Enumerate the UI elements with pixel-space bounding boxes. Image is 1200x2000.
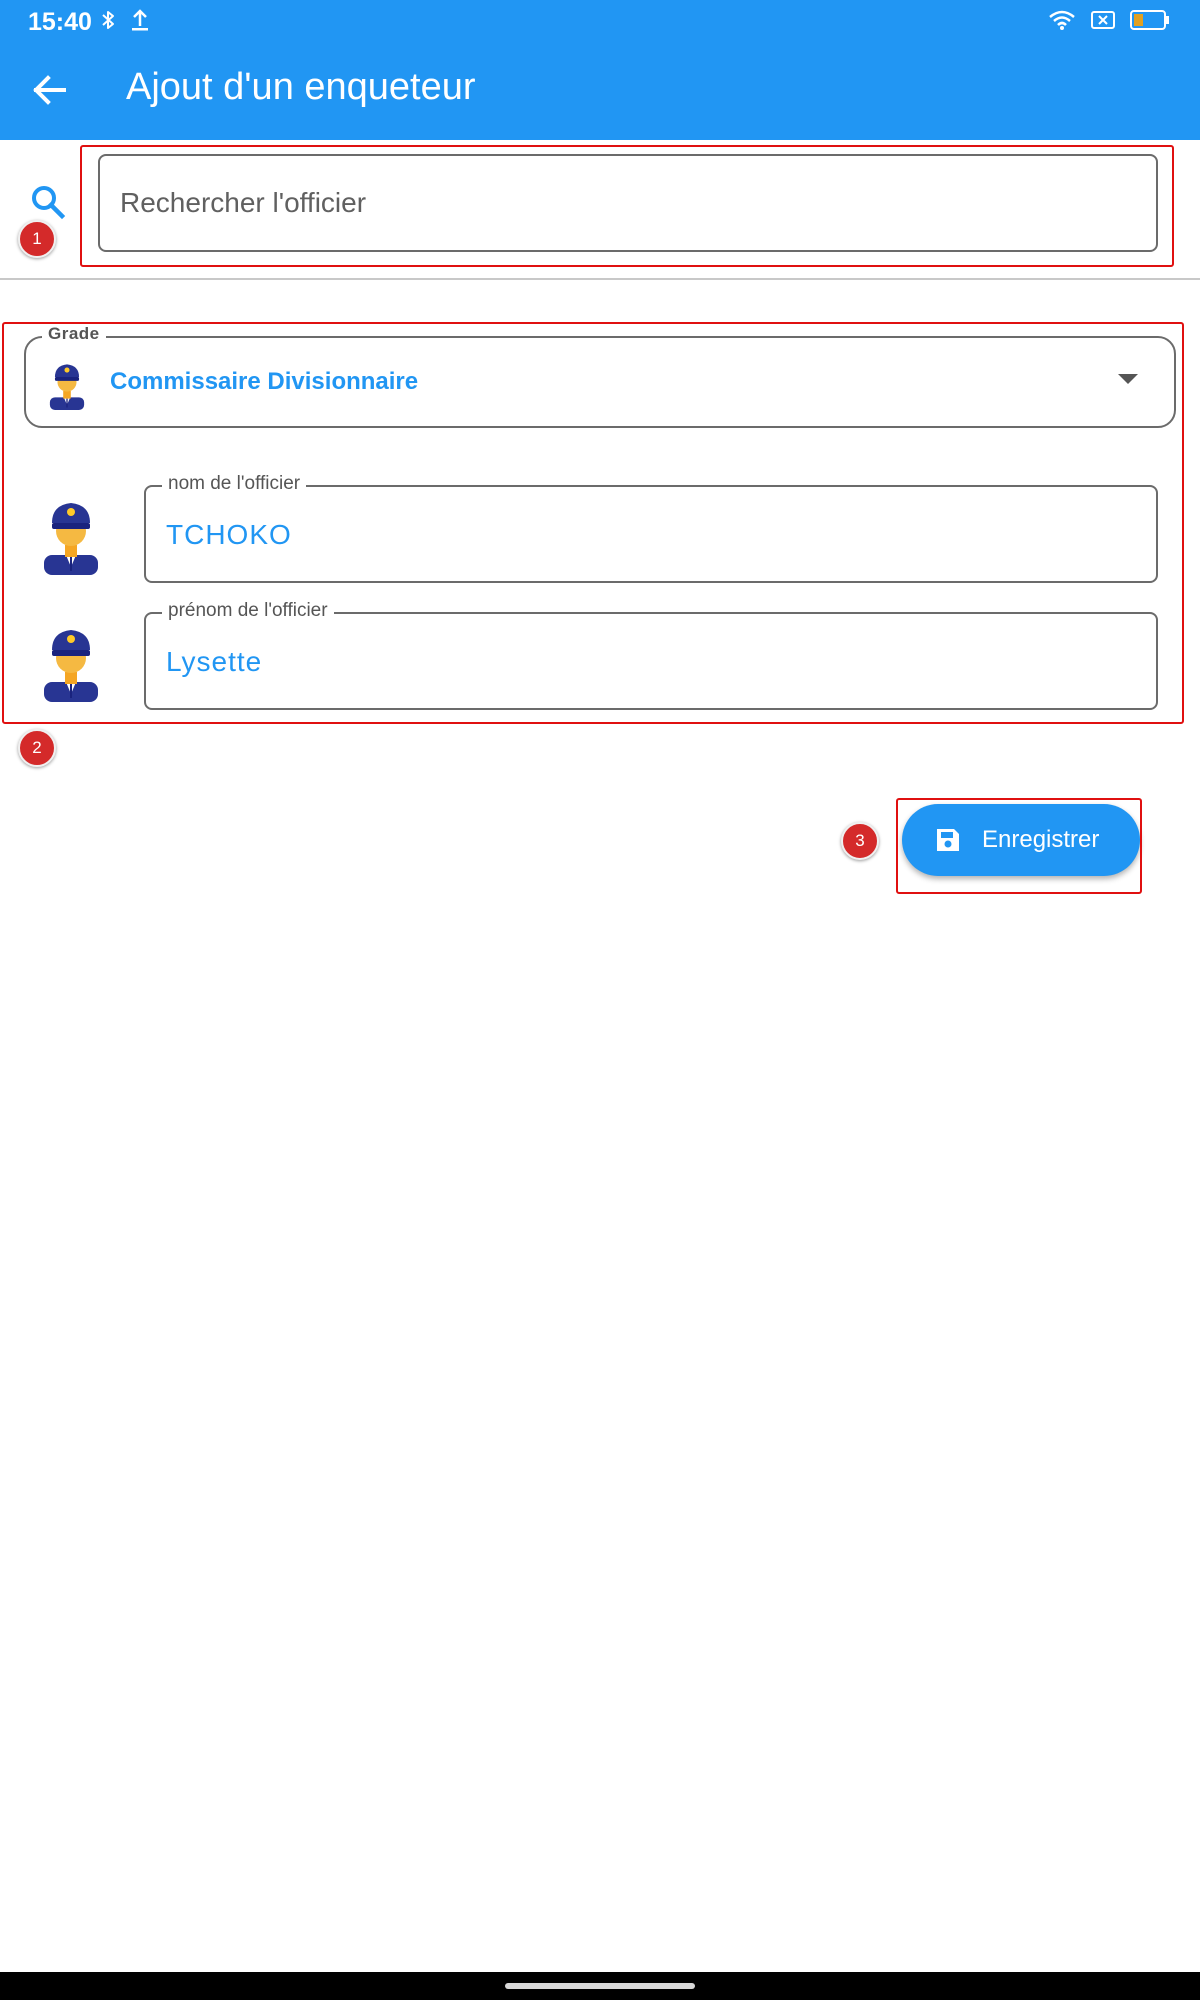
sim-off-icon — [1090, 9, 1116, 36]
nom-label: nom de l'officier — [162, 473, 307, 495]
search-input[interactable] — [98, 154, 1158, 252]
nom-field[interactable]: nom de l'officier TCHOKO — [144, 473, 1158, 583]
grade-label: Grade — [42, 324, 106, 344]
navigation-bar — [0, 1972, 1200, 2000]
status-right-icons — [1048, 9, 1170, 36]
back-button[interactable] — [28, 68, 72, 112]
grade-value: Commissaire Divisionnaire — [110, 368, 419, 395]
dropdown-arrow-icon — [1118, 374, 1138, 384]
battery-icon — [1130, 9, 1170, 36]
prenom-field[interactable]: prénom de l'officier Lysette — [144, 600, 1158, 710]
arrow-back-icon — [33, 75, 66, 105]
bluetooth-icon — [100, 8, 116, 37]
upload-icon — [130, 8, 150, 37]
home-handle[interactable] — [505, 1983, 695, 1989]
status-left-icons — [100, 8, 150, 37]
save-button[interactable]: Enregistrer — [902, 804, 1140, 876]
page-title: Ajout d'un enqueteur — [126, 66, 476, 108]
save-icon — [937, 829, 959, 851]
annotation-badge-2: 2 — [18, 729, 56, 767]
search-icon — [32, 186, 66, 220]
status-bar: 15:40 — [0, 0, 1200, 42]
app-screen: 15:40 Ajout d'un enqueteur Rechercher l'… — [0, 0, 1200, 2000]
app-bar: Ajout d'un enqueteur — [0, 42, 1200, 140]
nom-value: TCHOKO — [166, 519, 292, 550]
police-officer-icon — [49, 364, 85, 410]
status-time: 15:40 — [28, 8, 92, 36]
grade-dropdown[interactable]: Grade Commissaire Divisionnaire — [24, 324, 1176, 428]
prenom-label: prénom de l'officier — [162, 600, 334, 622]
save-label: Enregistrer — [982, 826, 1100, 853]
divider — [0, 278, 1200, 280]
police-officer-icon — [44, 630, 98, 702]
annotation-badge-1: 1 — [18, 220, 56, 258]
prenom-value: Lysette — [166, 646, 263, 677]
wifi-icon — [1048, 9, 1076, 36]
search-button[interactable] — [30, 184, 66, 220]
police-officer-icon — [44, 503, 98, 575]
annotation-badge-3: 3 — [841, 822, 879, 860]
